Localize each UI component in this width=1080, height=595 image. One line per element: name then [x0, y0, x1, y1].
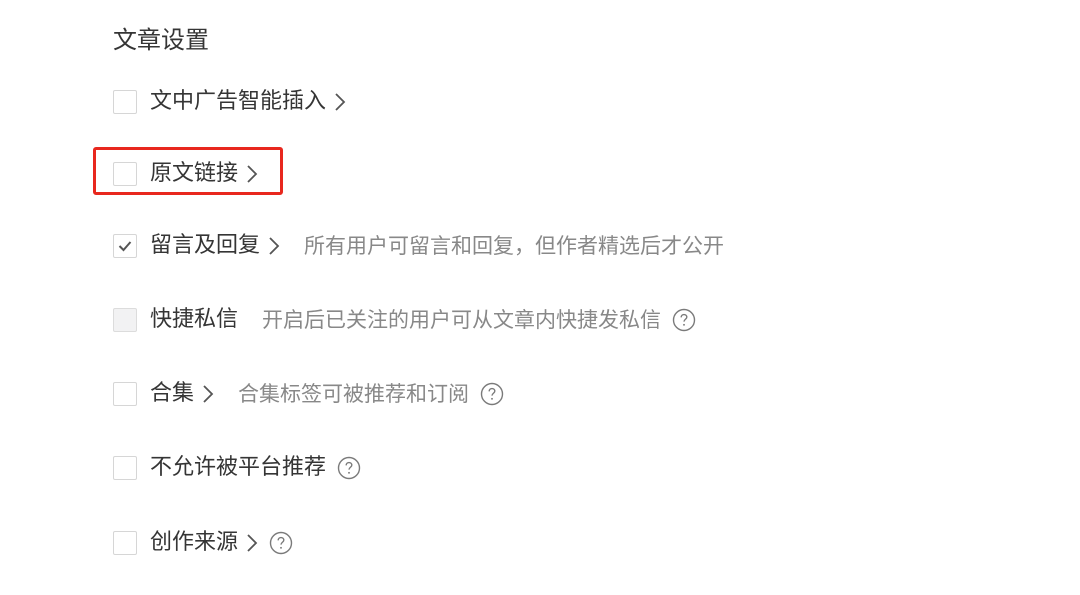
quick-message-hint: 开启后已关注的用户可从文章内快捷发私信 — [262, 308, 662, 332]
chevron-right-icon[interactable] — [246, 533, 258, 553]
ad-insert-checkbox[interactable] — [113, 90, 137, 114]
comments-hint: 所有用户可留言和回复，但作者精选后才公开 — [304, 234, 725, 258]
no-recommend-label[interactable]: 不允许被平台推荐 — [150, 450, 326, 486]
original-link-label[interactable]: 原文链接 — [150, 156, 238, 192]
option-quick-message: 快捷私信 开启后已关注的用户可从文章内快捷发私信 — [113, 302, 696, 338]
ad-insert-label[interactable]: 文中广告智能插入 — [150, 84, 326, 120]
creation-source-checkbox[interactable] — [113, 531, 137, 555]
question-circle-icon[interactable] — [337, 456, 361, 480]
quick-message-label: 快捷私信 — [150, 307, 239, 332]
collection-hint: 合集标签可被推荐和订阅 — [238, 382, 470, 406]
option-collection: 合集 合集标签可被推荐和订阅 — [113, 376, 504, 412]
collection-label[interactable]: 合集 — [150, 376, 194, 412]
no-recommend-checkbox[interactable] — [113, 456, 137, 480]
chevron-right-icon[interactable] — [334, 92, 346, 112]
original-link-checkbox[interactable] — [113, 162, 137, 186]
option-ad-insert: 文中广告智能插入 — [113, 84, 346, 120]
chevron-right-icon[interactable] — [268, 236, 280, 256]
question-circle-icon[interactable] — [269, 531, 293, 555]
question-circle-icon[interactable] — [672, 308, 696, 332]
chevron-right-icon[interactable] — [202, 384, 214, 404]
collection-checkbox[interactable] — [113, 382, 137, 406]
option-no-recommend: 不允许被平台推荐 — [113, 450, 361, 486]
comments-label[interactable]: 留言及回复 — [150, 228, 260, 264]
option-original-link: 原文链接 — [113, 156, 258, 192]
quick-message-checkbox — [113, 308, 137, 332]
option-comments: 留言及回复 所有用户可留言和回复，但作者精选后才公开 — [113, 228, 724, 264]
creation-source-label[interactable]: 创作来源 — [150, 525, 238, 561]
article-settings-panel: 文章设置 文中广告智能插入 原文链接 留言及回复 所有用户可留言和回复，但作者精… — [0, 0, 1080, 595]
question-circle-icon[interactable] — [480, 382, 504, 406]
section-title: 文章设置 — [113, 26, 209, 54]
comments-checkbox[interactable] — [113, 234, 137, 258]
checkmark-icon — [118, 241, 132, 252]
option-creation-source: 创作来源 — [113, 525, 293, 561]
chevron-right-icon[interactable] — [246, 164, 258, 184]
